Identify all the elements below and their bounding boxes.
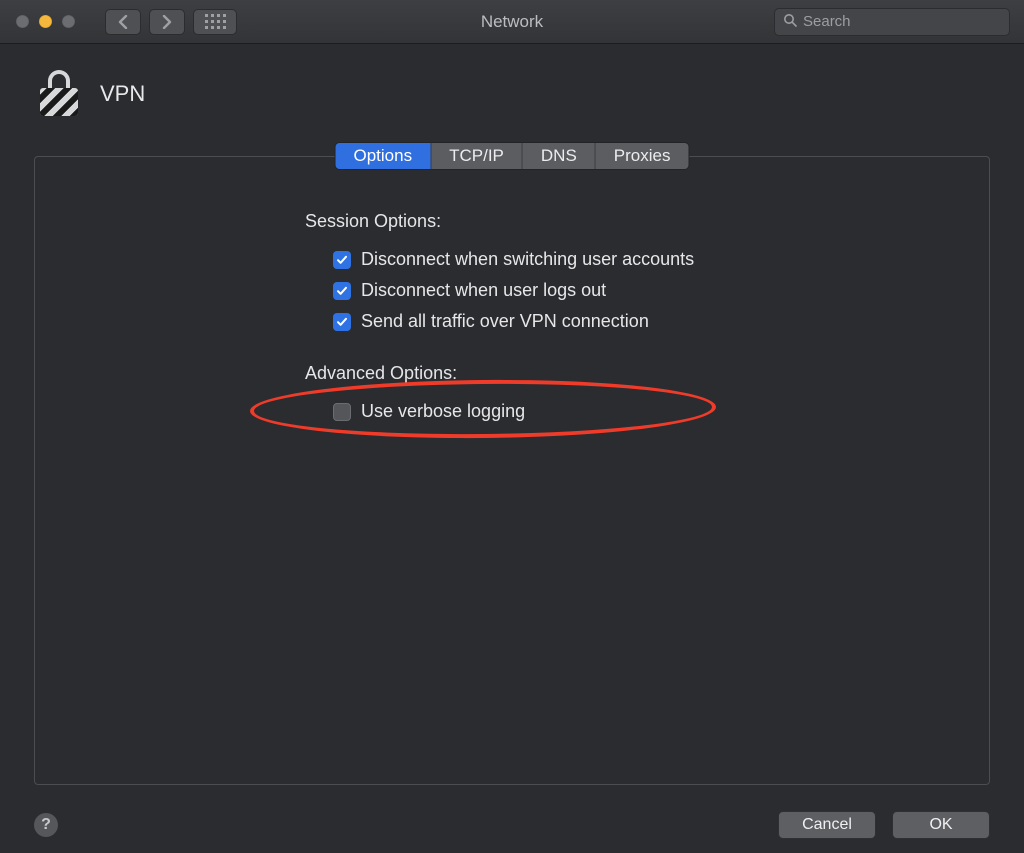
tab-label: TCP/IP	[449, 146, 504, 166]
checkbox[interactable]	[333, 403, 351, 421]
option-disconnect-logout[interactable]: Disconnect when user logs out	[305, 275, 989, 306]
titlebar: Network	[0, 0, 1024, 44]
option-label: Disconnect when user logs out	[361, 280, 606, 301]
button-label: OK	[929, 816, 952, 834]
advanced-options-heading: Advanced Options:	[305, 363, 989, 384]
help-icon: ?	[41, 816, 51, 834]
action-buttons: Cancel OK	[778, 811, 990, 839]
option-label: Send all traffic over VPN connection	[361, 311, 649, 332]
checkbox[interactable]	[333, 251, 351, 269]
advanced-options-group: Advanced Options: Use verbose logging	[305, 363, 989, 427]
checkbox[interactable]	[333, 313, 351, 331]
ok-button[interactable]: OK	[892, 811, 990, 839]
show-all-button[interactable]	[193, 9, 237, 35]
back-button[interactable]	[105, 9, 141, 35]
bottom-bar: ? Cancel OK	[34, 811, 990, 839]
zoom-window-button[interactable]	[62, 15, 75, 28]
window-controls	[0, 15, 75, 28]
option-send-all-traffic[interactable]: Send all traffic over VPN connection	[305, 306, 989, 337]
help-button[interactable]: ?	[34, 813, 58, 837]
tab-dns[interactable]: DNS	[523, 143, 596, 169]
tab-label: DNS	[541, 146, 577, 166]
button-label: Cancel	[802, 816, 852, 834]
checkbox[interactable]	[333, 282, 351, 300]
nav-group	[105, 9, 237, 35]
tab-tcpip[interactable]: TCP/IP	[431, 143, 523, 169]
grid-icon	[205, 14, 226, 29]
minimize-window-button[interactable]	[39, 15, 52, 28]
tab-label: Proxies	[614, 146, 671, 166]
options-content: Session Options: Disconnect when switchi…	[35, 157, 989, 784]
session-options-group: Session Options: Disconnect when switchi…	[305, 211, 989, 337]
session-options-heading: Session Options:	[305, 211, 989, 232]
option-verbose-logging[interactable]: Use verbose logging	[305, 396, 989, 427]
tab-label: Options	[354, 146, 413, 166]
search-icon	[783, 13, 797, 30]
pane-title: VPN	[100, 81, 145, 107]
close-window-button[interactable]	[16, 15, 29, 28]
lock-icon	[38, 70, 80, 118]
window-title: Network	[481, 12, 543, 32]
chevron-right-icon	[162, 15, 172, 29]
option-disconnect-switching-user[interactable]: Disconnect when switching user accounts	[305, 244, 989, 275]
option-label: Disconnect when switching user accounts	[361, 249, 694, 270]
tab-proxies[interactable]: Proxies	[596, 143, 689, 169]
search-input[interactable]	[803, 13, 1002, 30]
tab-bar: Options TCP/IP DNS Proxies	[335, 142, 690, 170]
cancel-button[interactable]: Cancel	[778, 811, 876, 839]
settings-panel: Session Options: Disconnect when switchi…	[34, 156, 990, 785]
forward-button[interactable]	[149, 9, 185, 35]
search-field[interactable]	[774, 8, 1010, 36]
option-label: Use verbose logging	[361, 401, 525, 422]
chevron-left-icon	[118, 15, 128, 29]
tab-options[interactable]: Options	[336, 143, 432, 169]
pane-header: VPN	[0, 44, 1024, 128]
